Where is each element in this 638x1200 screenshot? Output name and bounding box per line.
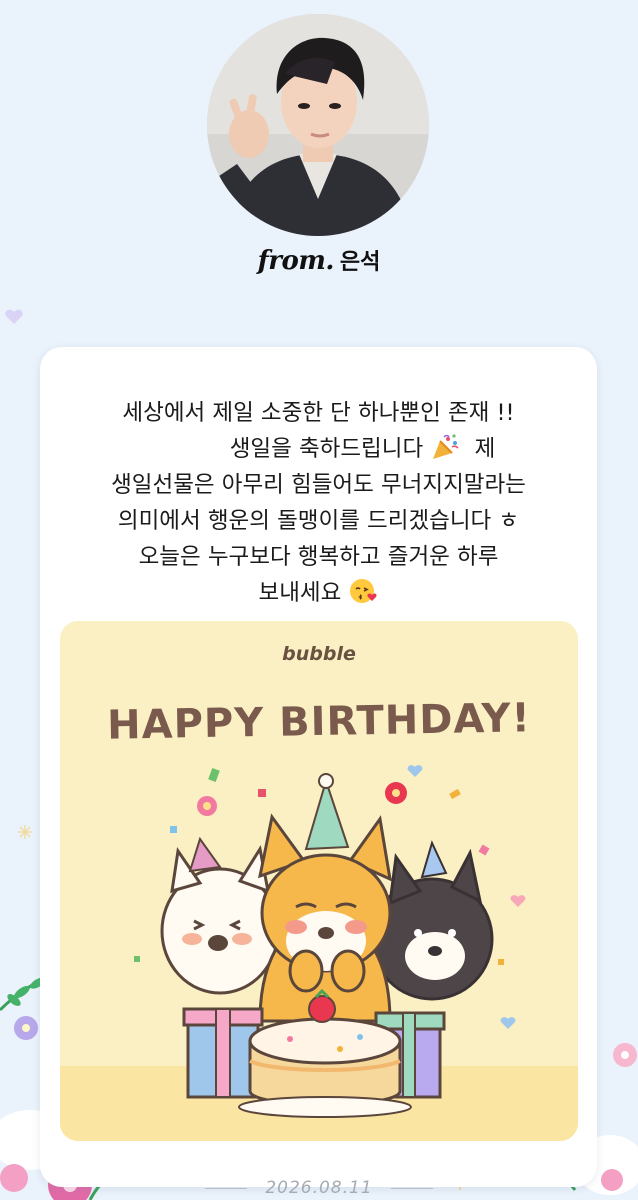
date-row: 2026.08.11 (0, 1178, 638, 1198)
birthday-card-image[interactable]: bubble HAPPY BIRTHDAY! (60, 621, 578, 1141)
letter-card: 세상에서 제일 소중한 단 하나뿐인 존재 !! 생일을 축하드립니다 제 생일… (40, 347, 597, 1187)
letter-line-3: 생일선물은 아무리 힘들어도 무너지지말라는 (111, 472, 526, 498)
from-prefix: from. (257, 246, 335, 276)
message-date: 2026.08.11 (265, 1178, 373, 1198)
letter-line-1: 세상에서 제일 소중한 단 하나뿐인 존재 !! (122, 400, 515, 426)
letter-line-6: 보내세요 (60, 575, 577, 611)
sender-avatar[interactable] (207, 14, 429, 236)
letter-line-6-text: 보내세요 (258, 580, 342, 606)
date-divider-right (390, 1187, 433, 1189)
sender-name: 은석 (339, 250, 381, 275)
letter-line-2: 생일을 축하드립니다 제 (60, 431, 577, 467)
letter-line-2-tail: 제 (474, 436, 496, 462)
party-popper-emoji (433, 434, 459, 459)
letter-line-2-text: 생일을 축하드립니다 (229, 436, 424, 462)
letter-body: 세상에서 제일 소중한 단 하나뿐인 존재 !! 생일을 축하드립니다 제 생일… (60, 395, 577, 611)
letter-line-5: 오늘은 누구보다 행복하고 즐거운 하루 (138, 544, 499, 570)
kissing-face-emoji (350, 579, 378, 603)
date-divider-left (205, 1187, 248, 1189)
bubble-logo: bubble (282, 643, 356, 665)
birthday-title: HAPPY BIRTHDAY! (106, 695, 532, 749)
avatar-photo (207, 14, 429, 236)
letter-line-4: 의미에서 행운의 돌맹이를 드리겠습니다 ㅎ (117, 508, 520, 534)
sender-line: from. 은석 (0, 244, 638, 276)
message-page: from. 은석 세상에서 제일 소중한 단 하나뿐인 존재 !! 생일을 축하드… (0, 0, 638, 1200)
